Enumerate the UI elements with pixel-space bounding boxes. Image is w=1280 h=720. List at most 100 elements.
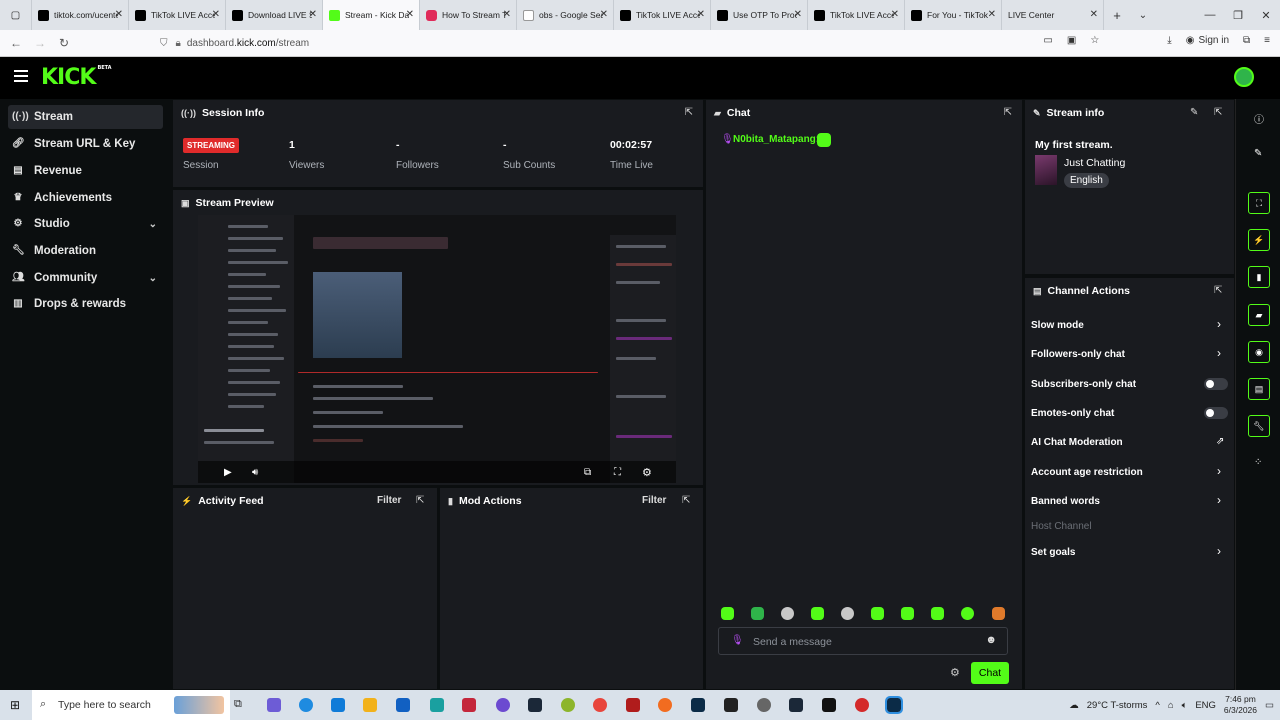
- close-window-icon[interactable]: ✕: [1252, 9, 1280, 22]
- tiktok-icon[interactable]: [822, 698, 836, 712]
- close-tab-icon[interactable]: ✕: [988, 9, 996, 20]
- popout-icon[interactable]: ⇱: [682, 495, 690, 506]
- popout-icon[interactable]: ⇱: [416, 495, 424, 506]
- pip-icon[interactable]: ⧉: [584, 467, 591, 478]
- close-tab-icon[interactable]: ✕: [891, 9, 899, 20]
- play-icon[interactable]: ▶: [224, 467, 232, 478]
- banned-words-item[interactable]: Banned words: [1031, 496, 1100, 507]
- close-tab-icon[interactable]: ✕: [212, 9, 220, 20]
- browser-tab-active[interactable]: Stream - Kick Dashboard✕: [323, 0, 420, 30]
- app-icon-active[interactable]: [885, 696, 903, 714]
- sidebar-item-revenue[interactable]: ▤ Revenue: [8, 159, 163, 183]
- sidebar-item-community[interactable]: 👥︎ Community ⌄: [8, 266, 163, 290]
- emote-icon[interactable]: [931, 607, 944, 620]
- browser-tab[interactable]: How To Stream TikTok✕: [420, 0, 517, 30]
- chevron-down-icon[interactable]: ⌄: [1130, 10, 1156, 21]
- steam-icon[interactable]: [528, 698, 542, 712]
- widget-toggle-button[interactable]: ▰: [1248, 304, 1270, 326]
- chat-send-button[interactable]: Chat: [971, 662, 1009, 684]
- widget-toggle-button[interactable]: ⚡: [1248, 229, 1270, 251]
- minimize-icon[interactable]: —: [1196, 9, 1224, 21]
- app-icon[interactable]: [267, 698, 281, 712]
- browser-tab[interactable]: TikTok LIVE Access✕: [614, 0, 711, 30]
- emote-icon[interactable]: [871, 607, 884, 620]
- user-avatar[interactable]: [1234, 67, 1254, 87]
- browser-tab[interactable]: obs - Google Search✕: [517, 0, 614, 30]
- app-icon[interactable]: [691, 698, 705, 712]
- clock[interactable]: 7:46 pm 6/3/2026: [1224, 694, 1257, 716]
- stream-preview-video[interactable]: ▶ 🔊︎ ⧉ ⛶ ⚙: [198, 215, 676, 483]
- mod-filter-button[interactable]: Filter: [642, 495, 666, 506]
- menu-icon[interactable]: ≡: [1264, 35, 1270, 46]
- restore-icon[interactable]: ❐: [1224, 9, 1252, 22]
- account-icon[interactable]: ◉ Sign in: [1186, 35, 1229, 46]
- chevron-right-icon[interactable]: ›: [1217, 464, 1221, 478]
- sidebar-item-stream-url-key[interactable]: 🔗︎ Stream URL & Key: [8, 132, 163, 156]
- app-icon[interactable]: [561, 698, 575, 712]
- hamburger-menu-icon[interactable]: [14, 70, 28, 82]
- emoji-icon[interactable]: ☻: [985, 634, 997, 646]
- browser-tab[interactable]: For You - TikTok ✕: [905, 0, 1002, 30]
- chat-input[interactable]: 🎙︎ Send a message ☻: [718, 627, 1008, 655]
- edge-icon[interactable]: [299, 698, 313, 712]
- emote-icon[interactable]: [781, 607, 794, 620]
- account-age-restriction-item[interactable]: Account age restriction: [1031, 467, 1143, 478]
- new-tab-icon[interactable]: +: [1104, 8, 1130, 23]
- emote-icon[interactable]: [992, 607, 1005, 620]
- mail-icon[interactable]: [396, 698, 410, 712]
- browser-tab[interactable]: tiktok.com/ucenter ✕: [32, 0, 129, 30]
- chevron-right-icon[interactable]: ›: [1217, 544, 1221, 558]
- chrome-icon[interactable]: [593, 698, 607, 712]
- popout-icon[interactable]: ⇱: [1214, 285, 1222, 296]
- app-icon[interactable]: [496, 698, 510, 712]
- close-tab-icon[interactable]: ✕: [1090, 9, 1098, 20]
- widget-toggle-button[interactable]: ◉: [1248, 341, 1270, 363]
- followers-only-chat-item[interactable]: Followers-only chat: [1031, 349, 1125, 360]
- more-icon[interactable]: ⁘: [1254, 457, 1262, 468]
- sidebar-item-drops-rewards[interactable]: ▥ Drops & rewards: [8, 292, 163, 316]
- external-link-icon[interactable]: ⇗: [1216, 436, 1224, 447]
- info-icon[interactable]: ⓘ: [1254, 111, 1264, 126]
- activity-filter-button[interactable]: Filter: [377, 495, 401, 506]
- taskbar-search[interactable]: ⌕ Type here to search: [32, 690, 230, 720]
- fullscreen-icon[interactable]: ⛶: [614, 467, 621, 478]
- folder-icon[interactable]: [363, 698, 377, 712]
- app-icon[interactable]: [855, 698, 869, 712]
- chat-username[interactable]: N0bita_Matapang:: [733, 134, 819, 145]
- sidebar-item-achievements[interactable]: ♛ Achievements: [8, 186, 163, 210]
- widget-toggle-button[interactable]: ▮: [1248, 266, 1270, 288]
- volume-icon[interactable]: 🔊︎: [252, 467, 258, 478]
- close-tab-icon[interactable]: ✕: [794, 9, 802, 20]
- widget-toggle-button[interactable]: 🔧︎: [1248, 415, 1270, 437]
- sidebar-item-moderation[interactable]: 🔧︎ Moderation: [8, 239, 163, 263]
- chevron-right-icon[interactable]: ›: [1217, 317, 1221, 331]
- popout-icon[interactable]: ⇱: [1004, 107, 1012, 118]
- screenshot-icon[interactable]: ▣: [1067, 35, 1076, 46]
- set-goals-item[interactable]: Set goals: [1031, 547, 1075, 558]
- firefox-icon[interactable]: [658, 698, 672, 712]
- app-icon[interactable]: [331, 698, 345, 712]
- steam-icon[interactable]: [789, 698, 803, 712]
- close-tab-icon[interactable]: ✕: [600, 9, 608, 20]
- url-field[interactable]: ⛉ 🔒︎ dashboard. kick.com/stream: [160, 35, 850, 52]
- windows-start-icon[interactable]: ⊞: [10, 698, 20, 712]
- close-tab-icon[interactable]: ✕: [115, 9, 123, 20]
- settings-icon[interactable]: [757, 698, 771, 712]
- browser-tab[interactable]: LIVE Center ✕: [1002, 0, 1104, 30]
- close-tab-icon[interactable]: ✕: [697, 9, 705, 20]
- pencil-edit-icon[interactable]: ✎: [1190, 107, 1198, 118]
- emote-icon[interactable]: [841, 607, 854, 620]
- capcut-icon[interactable]: [724, 698, 738, 712]
- emote-icon[interactable]: [751, 607, 764, 620]
- task-view-icon[interactable]: ⧉: [234, 698, 242, 711]
- language-indicator[interactable]: ENG: [1195, 700, 1216, 711]
- widget-toggle-button[interactable]: ▤: [1248, 378, 1270, 400]
- download-icon[interactable]: ⤓: [1167, 35, 1171, 46]
- notification-icon[interactable]: ▭: [1265, 700, 1274, 711]
- app-icon[interactable]: [430, 698, 444, 712]
- emotes-only-toggle[interactable]: [1204, 407, 1228, 419]
- forward-icon[interactable]: →: [28, 36, 52, 50]
- volume-icon[interactable]: 🔈︎: [1182, 700, 1188, 711]
- popout-icon[interactable]: ⇱: [685, 107, 693, 118]
- sidebar-item-stream[interactable]: ((·)) Stream: [8, 105, 163, 129]
